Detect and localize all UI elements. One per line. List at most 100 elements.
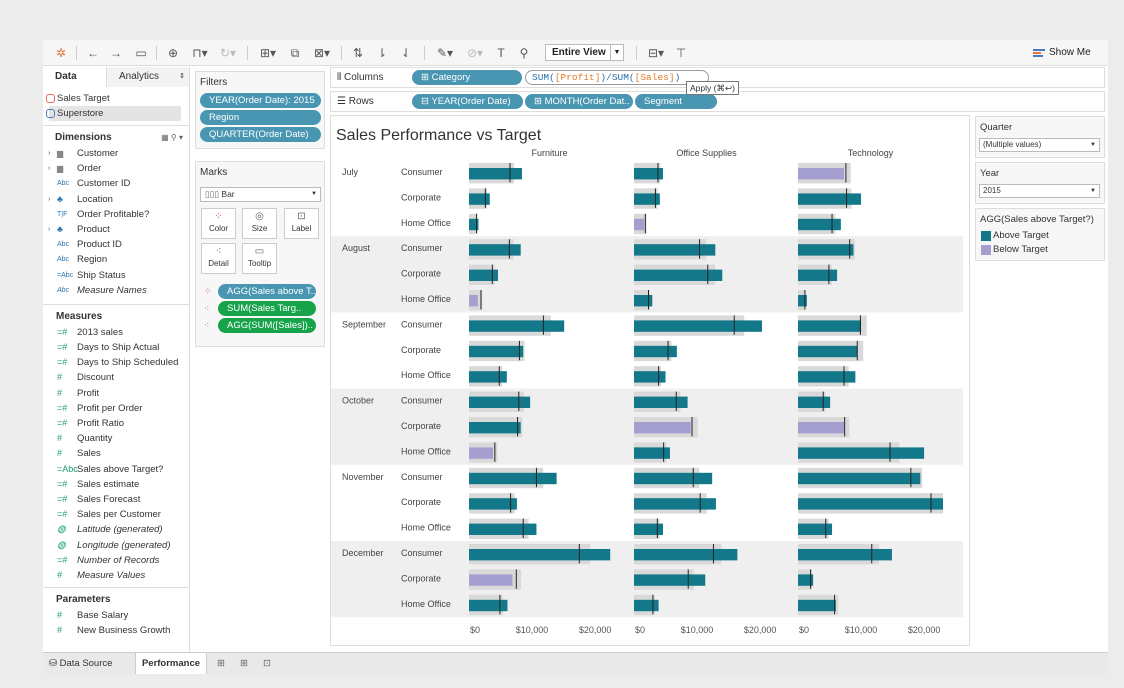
measure-field[interactable]: ◍ Latitude (generated): [43, 522, 189, 537]
new-worksheet-icon[interactable]: ⊞: [217, 653, 231, 674]
dimension-field[interactable]: Abc Region: [43, 252, 189, 267]
dimension-field[interactable]: Abc Measure Names: [43, 283, 189, 298]
filter-pill-region[interactable]: Region: [200, 110, 321, 125]
clear-sheet-icon[interactable]: ⊠▾: [309, 45, 335, 61]
new-story-icon[interactable]: ⊡: [263, 653, 277, 674]
measure-field[interactable]: =# Sales estimate: [43, 477, 189, 492]
measure-field[interactable]: # Profit: [43, 386, 189, 401]
mark-type-select[interactable]: ▯▯▯ Bar ▼: [200, 187, 321, 202]
tooltip-button[interactable]: ▭ Tooltip: [242, 243, 277, 274]
dimension-field[interactable]: › ▆ Order: [43, 161, 189, 176]
expand-chevron-icon[interactable]: ›: [48, 192, 50, 207]
highlight-icon[interactable]: ✎▾: [433, 45, 457, 61]
marks-field-detail-1[interactable]: ⁖ SUM(Sales Targ..: [196, 300, 324, 317]
measure-field[interactable]: # Sales: [43, 446, 189, 461]
rows-pill-year[interactable]: ⊟ YEAR(Order Date): [412, 94, 523, 109]
tab-data[interactable]: Data: [43, 67, 106, 87]
datasource-superstore[interactable]: Superstore: [46, 106, 181, 121]
field-label: Discount: [77, 372, 114, 384]
redo-icon[interactable]: →: [108, 45, 124, 61]
measure-field[interactable]: # Quantity: [43, 431, 189, 446]
legend-item-above[interactable]: Above Target: [976, 229, 1104, 243]
cards-icon[interactable]: ⊟▾: [643, 45, 669, 61]
measure-field[interactable]: =# Profit Ratio: [43, 416, 189, 431]
measure-field[interactable]: # Measure Values: [43, 568, 189, 583]
field-type-icon: =#: [57, 418, 68, 428]
save-icon[interactable]: ▭: [133, 45, 149, 61]
group-icon[interactable]: ⊘▾: [463, 45, 487, 61]
marks-field-pill[interactable]: SUM(Sales Targ..: [218, 301, 316, 316]
size-button[interactable]: ◎ Size: [242, 208, 277, 239]
new-dashboard-icon[interactable]: ⊞: [240, 653, 254, 674]
measure-field[interactable]: =# Days to Ship Scheduled: [43, 355, 189, 370]
color-button[interactable]: ⁘ Color: [201, 208, 236, 239]
measure-field[interactable]: # Base Salary: [43, 608, 189, 623]
undo-icon[interactable]: ←: [85, 45, 101, 61]
expand-chevron-icon[interactable]: ›: [48, 146, 50, 161]
marks-field-pill[interactable]: AGG(SUM([Sales])..: [218, 318, 316, 333]
show-labels-icon[interactable]: T: [493, 45, 509, 61]
pause-updates-icon[interactable]: ⊓▾: [189, 45, 211, 61]
dimension-field[interactable]: › ▆ Customer: [43, 146, 189, 161]
legend-label: Below Target: [993, 244, 1048, 255]
legend-item-below[interactable]: Below Target: [976, 243, 1104, 257]
measure-field[interactable]: =# Number of Records: [43, 553, 189, 568]
detail-button[interactable]: ⁖ Detail: [201, 243, 236, 274]
calc-editor-pill[interactable]: SUM([Profit])/SUM([Sales]): [525, 70, 709, 85]
new-worksheet-icon[interactable]: ⊞▾: [255, 45, 281, 61]
apply-tooltip[interactable]: Apply (⌘↩): [686, 81, 739, 95]
filter-pill-quarter[interactable]: QUARTER(Order Date): [200, 127, 321, 142]
dimension-field[interactable]: =Abc Ship Status: [43, 268, 189, 283]
pin-icon[interactable]: ⚲: [516, 45, 532, 61]
presentation-icon[interactable]: ⊤: [673, 45, 689, 61]
measure-field[interactable]: =# Profit per Order: [43, 401, 189, 416]
dimensions-tools-icon[interactable]: ▦ ⚲ ▾: [161, 130, 183, 146]
expand-chevron-icon[interactable]: ›: [48, 222, 50, 237]
swap-icon[interactable]: ⇅: [350, 45, 366, 61]
marks-field-detail-2[interactable]: ⁖ AGG(SUM([Sales])..: [196, 317, 324, 334]
worksheet-view[interactable]: Sales Performance vs Target Furniture Offi…: [330, 115, 970, 646]
quarter-select[interactable]: (Multiple values) ▼: [979, 138, 1100, 152]
dimension-field[interactable]: › ♣ Product: [43, 222, 189, 237]
marks-field-pill[interactable]: AGG(Sales above T..: [218, 284, 316, 299]
sales-bar: [469, 549, 611, 561]
rows-pill-segment[interactable]: Segment: [635, 94, 717, 109]
parameters-header: Parameters: [56, 594, 111, 606]
year-select[interactable]: 2015 ▼: [979, 184, 1100, 198]
marks-field-color[interactable]: ⁘ AGG(Sales above T..: [196, 283, 324, 300]
label-button[interactable]: ⊡ Label: [284, 208, 319, 239]
bar-chart[interactable]: Sales Performance vs Target Furniture Offi…: [331, 116, 970, 646]
color-icon: ⁘: [214, 211, 223, 222]
refresh-icon[interactable]: ↻▾: [217, 45, 239, 61]
dimension-field[interactable]: › ♣ Location: [43, 192, 189, 207]
expand-chevron-icon[interactable]: ›: [48, 161, 50, 176]
chevron-down-icon: ▼: [610, 45, 623, 60]
sort-descending-icon[interactable]: ⇃: [398, 45, 414, 61]
measure-field[interactable]: # Discount: [43, 370, 189, 385]
measure-field[interactable]: =Abc Sales above Target?: [43, 462, 189, 477]
measure-field[interactable]: =# 2013 sales: [43, 325, 189, 340]
tab-analytics[interactable]: Analytics ⇕: [106, 67, 189, 87]
measure-field[interactable]: =# Sales Forecast: [43, 492, 189, 507]
sales-bar: [634, 472, 713, 485]
show-me-button[interactable]: Show Me: [1033, 45, 1091, 61]
field-label: Longitude (generated): [77, 539, 171, 551]
rows-pill-month[interactable]: ⊞ MONTH(Order Dat..: [525, 94, 633, 109]
tab-data-source[interactable]: ⛁ Data Source: [49, 653, 133, 674]
tab-performance[interactable]: Performance: [135, 653, 207, 674]
datasource-sales-target[interactable]: Sales Target: [43, 91, 189, 106]
view-fit-select[interactable]: Entire View ▼: [545, 44, 624, 61]
dimension-field[interactable]: Abc Customer ID: [43, 176, 189, 191]
filter-pill-year[interactable]: YEAR(Order Date): 2015: [200, 93, 321, 108]
duplicate-sheet-icon[interactable]: ⧉: [287, 45, 303, 61]
dimension-field[interactable]: T|F Order Profitable?: [43, 207, 189, 222]
measure-field[interactable]: # New Business Growth: [43, 623, 189, 638]
tableau-logo-icon[interactable]: ✲: [53, 45, 69, 61]
measure-field[interactable]: =# Sales per Customer: [43, 507, 189, 522]
dimension-field[interactable]: Abc Product ID: [43, 237, 189, 252]
measure-field[interactable]: =# Days to Ship Actual: [43, 340, 189, 355]
measure-field[interactable]: ◍ Longitude (generated): [43, 538, 189, 553]
new-datasource-icon[interactable]: ⊕: [165, 45, 181, 61]
columns-pill-category[interactable]: ⊞ Category: [412, 70, 522, 85]
sort-ascending-icon[interactable]: ⇂: [374, 45, 390, 61]
